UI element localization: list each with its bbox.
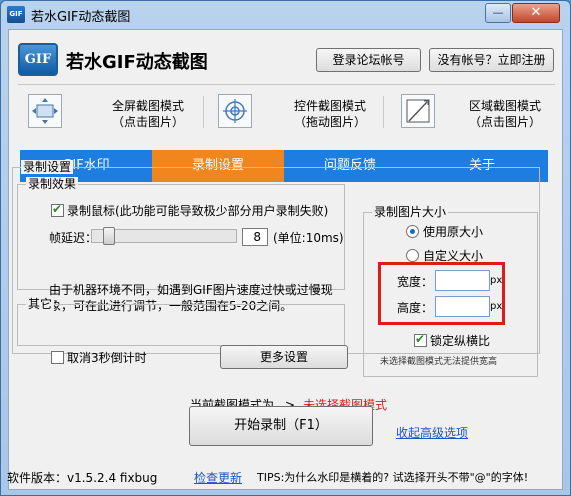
mode-fullscreen-text[interactable]: 全屏截图模式 （点击图片）: [98, 98, 198, 130]
other-group-label: 其它: [26, 297, 55, 311]
mode-divider: [203, 96, 204, 128]
region-icon[interactable]: [401, 94, 435, 128]
header-divider: [18, 84, 555, 85]
height-input[interactable]: [435, 296, 490, 317]
custom-size-radio[interactable]: [406, 249, 419, 262]
app-title: 若水GIF动态截图: [66, 52, 208, 73]
mode-region-title: 区域截图模式: [468, 99, 541, 113]
title-bar[interactable]: GIF 若水GIF动态截图 — ✕: [1, 1, 570, 29]
minimize-button[interactable]: —: [485, 3, 511, 23]
register-button[interactable]: 没有帐号？立即注册: [429, 48, 554, 72]
collapse-advanced-link[interactable]: 收起高级选项: [396, 426, 468, 440]
speed-note-line1: 由于机器环境不同，如遇到GIF图片速度过快或过慢现: [49, 283, 333, 297]
mode-control-hint: （拖动图片）: [293, 115, 366, 129]
app-window: GIF 若水GIF动态截图 — ✕ GIF 若水GIF动态截图 登录论坛帐号 没…: [0, 0, 571, 496]
start-recording-button[interactable]: 开始录制（F1）: [189, 406, 373, 446]
other-group: 其它: [17, 297, 345, 346]
image-size-group-label: 录制图片大小: [372, 205, 449, 219]
crosshair-icon[interactable]: [218, 94, 252, 128]
size-unavailable-notice: 未选择截图模式无法提供宽高: [380, 357, 498, 367]
record-settings-group-label: 录制设置: [21, 160, 74, 174]
lock-ratio-label[interactable]: 锁定纵横比: [430, 334, 490, 348]
close-button[interactable]: ✕: [512, 3, 560, 23]
width-label: 宽度：: [397, 275, 434, 289]
use-original-size-label[interactable]: 使用原大小: [423, 225, 483, 239]
use-original-size-radio[interactable]: [406, 225, 419, 238]
check-update-link[interactable]: 检查更新: [194, 471, 242, 485]
mode-divider: [383, 96, 384, 128]
app-small-icon: GIF: [7, 6, 25, 23]
record-mouse-label[interactable]: 录制鼠标(此功能可能导致极少部分用户录制失败): [67, 204, 328, 218]
window-title: 若水GIF动态截图: [31, 10, 131, 25]
frame-delay-slider-thumb[interactable]: [103, 227, 115, 245]
cancel-countdown-label[interactable]: 取消3秒倒计时: [67, 351, 147, 365]
cancel-countdown-checkbox[interactable]: [51, 351, 64, 364]
frame-delay-unit: (单位:10ms): [273, 231, 344, 245]
more-settings-button[interactable]: 更多设置: [220, 345, 348, 369]
frame-delay-value[interactable]: 8: [242, 228, 268, 246]
record-effect-group-label: 录制效果: [26, 177, 79, 191]
mode-fullscreen-title: 全屏截图模式: [111, 99, 184, 113]
mode-control-title: 控件截图模式: [293, 99, 366, 113]
record-mouse-checkbox[interactable]: [51, 202, 64, 217]
custom-size-label[interactable]: 自定义大小: [423, 249, 483, 263]
lock-ratio-checkbox[interactable]: [414, 332, 427, 347]
version-label: 软件版本：v1.5.2.4 fixbug: [7, 471, 158, 485]
mode-fullscreen-hint: （点击图片）: [111, 115, 184, 129]
mode-control-text[interactable]: 控件截图模式 （拖动图片）: [280, 98, 380, 130]
width-input[interactable]: [435, 270, 490, 291]
capture-mode-row: 全屏截图模式 （点击图片） 控件截图模式 （拖动图片） 区域截图模式 （点击图片…: [18, 90, 555, 138]
login-button[interactable]: 登录论坛帐号: [316, 48, 421, 72]
fullscreen-icon[interactable]: [28, 94, 62, 128]
height-unit: px: [490, 301, 503, 312]
mode-region-hint: （点击图片）: [468, 115, 541, 129]
app-logo-icon: GIF: [18, 43, 58, 76]
height-label: 高度：: [397, 301, 434, 315]
frame-delay-label: 帧延迟：: [49, 231, 98, 245]
tips-text: TIPS:为什么水印是横着的? 试选择开头不带"@"的字体!: [257, 471, 529, 484]
mode-region-text[interactable]: 区域截图模式 （点击图片）: [455, 98, 555, 130]
width-unit: px: [490, 275, 503, 286]
